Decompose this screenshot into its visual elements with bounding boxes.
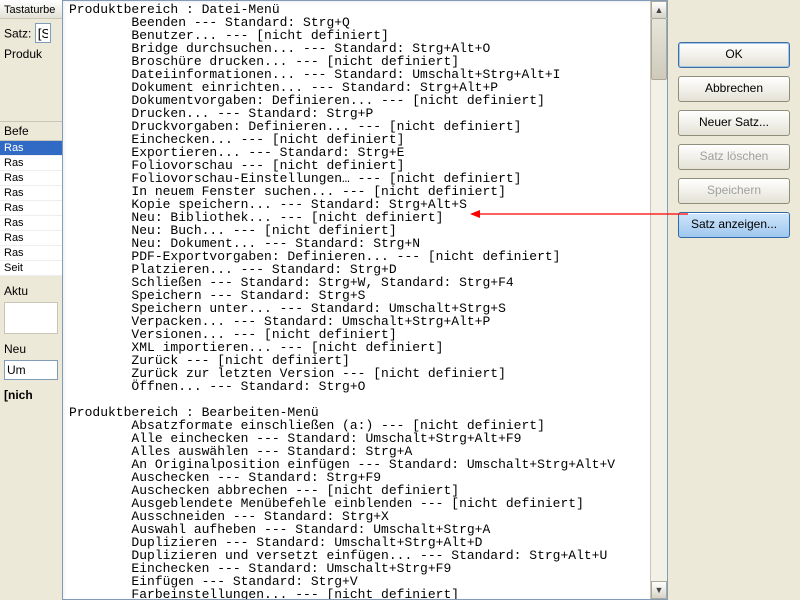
cancel-button[interactable]: Abbrechen <box>678 76 790 102</box>
list-item[interactable]: Ras <box>0 231 62 246</box>
list-item[interactable]: Ras <box>0 201 62 216</box>
list-item[interactable]: Ras <box>0 141 62 156</box>
undefined-label: [nich <box>0 386 62 404</box>
ok-button[interactable]: OK <box>678 42 790 68</box>
current-shortcut-label: Aktu <box>0 282 62 300</box>
context-combo[interactable]: Um <box>4 360 58 380</box>
new-shortcut-label: Neu <box>0 340 62 358</box>
shortcut-set-text-window: Produktbereich : Datei-Menü Beenden --- … <box>62 0 668 600</box>
keyboard-shortcuts-dialog-left-slice: Tastaturbe Satz: Produk Befe RasRasRasRa… <box>0 0 63 600</box>
vertical-scrollbar[interactable]: ▲ ▼ <box>650 1 667 599</box>
list-item[interactable]: Seit <box>0 261 62 276</box>
list-item[interactable]: Ras <box>0 216 62 231</box>
show-set-button[interactable]: Satz anzeigen... <box>678 212 790 238</box>
command-list[interactable]: Befe RasRasRasRasRasRasRasRasSeit <box>0 121 62 276</box>
scroll-up-arrow-icon[interactable]: ▲ <box>651 1 667 19</box>
new-set-button[interactable]: Neuer Satz... <box>678 110 790 136</box>
set-label: Satz: <box>4 27 31 41</box>
set-combo[interactable] <box>35 23 51 43</box>
command-list-header: Befe <box>0 122 62 141</box>
delete-set-button: Satz löschen <box>678 144 790 170</box>
dialog-button-panel: OK Abbrechen Neuer Satz... Satz löschen … <box>667 0 800 600</box>
scrollbar-track[interactable] <box>651 18 667 582</box>
list-item[interactable]: Ras <box>0 171 62 186</box>
list-item[interactable]: Ras <box>0 186 62 201</box>
scroll-down-arrow-icon[interactable]: ▼ <box>651 581 667 599</box>
list-item[interactable]: Ras <box>0 156 62 171</box>
current-shortcut-box[interactable] <box>4 302 58 334</box>
product-area-label: Produk <box>0 43 62 61</box>
save-button: Speichern <box>678 178 790 204</box>
scrollbar-thumb[interactable] <box>651 18 667 80</box>
list-item[interactable]: Ras <box>0 246 62 261</box>
dialog-title: Tastaturbe <box>0 0 62 19</box>
shortcut-set-text: Produktbereich : Datei-Menü Beenden --- … <box>63 1 667 599</box>
